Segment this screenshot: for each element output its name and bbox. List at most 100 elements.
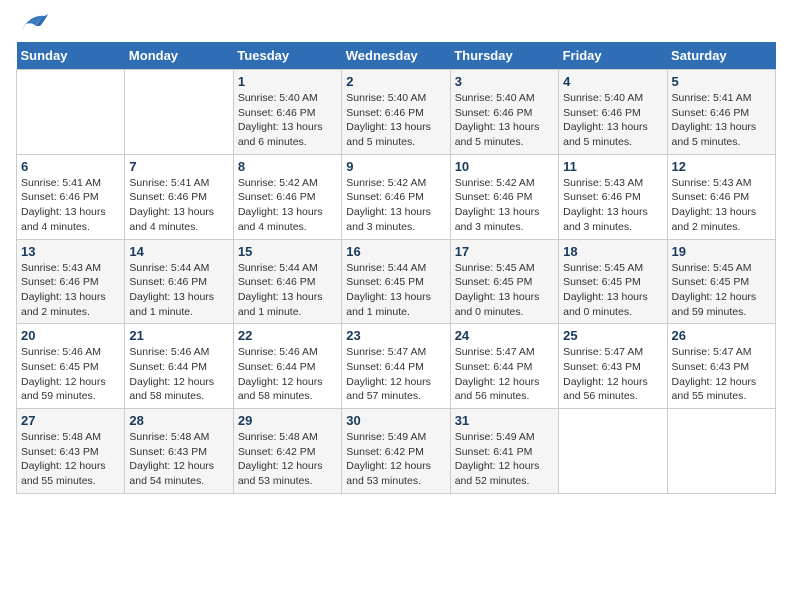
day-number: 21: [129, 328, 228, 343]
day-info: Sunrise: 5:41 AM Sunset: 6:46 PM Dayligh…: [129, 176, 228, 235]
day-info: Sunrise: 5:42 AM Sunset: 6:46 PM Dayligh…: [455, 176, 554, 235]
calendar-cell: 22 Sunrise: 5:46 AM Sunset: 6:44 PM Dayli…: [233, 324, 341, 409]
logo-bird-icon: [18, 12, 50, 34]
day-info: Sunrise: 5:41 AM Sunset: 6:46 PM Dayligh…: [21, 176, 120, 235]
day-number: 27: [21, 413, 120, 428]
day-info: Sunrise: 5:44 AM Sunset: 6:45 PM Dayligh…: [346, 261, 445, 320]
header-tuesday: Tuesday: [233, 42, 341, 70]
calendar-cell: 6Sunrise: 5:41 AM Sunset: 6:46 PM Daylig…: [17, 154, 125, 239]
calendar-cell: 29 Sunrise: 5:48 AM Sunset: 6:42 PM Dayli…: [233, 409, 341, 494]
calendar-cell: 12 Sunrise: 5:43 AM Sunset: 6:46 PM Dayli…: [667, 154, 775, 239]
day-info: Sunrise: 5:48 AM Sunset: 6:43 PM Dayligh…: [129, 430, 228, 489]
day-number: 29: [238, 413, 337, 428]
day-number: 24: [455, 328, 554, 343]
day-info: Sunrise: 5:43 AM Sunset: 6:46 PM Dayligh…: [672, 176, 771, 235]
day-info: Sunrise: 5:40 AM Sunset: 6:46 PM Dayligh…: [238, 91, 337, 150]
calendar-cell: 4 Sunrise: 5:40 AM Sunset: 6:46 PM Daylig…: [559, 70, 667, 155]
calendar-cell: 23Sunrise: 5:47 AM Sunset: 6:44 PM Dayli…: [342, 324, 450, 409]
calendar-cell: 5Sunrise: 5:41 AM Sunset: 6:46 PM Daylig…: [667, 70, 775, 155]
day-number: 18: [563, 244, 662, 259]
calendar-cell: [559, 409, 667, 494]
calendar-cell: 16 Sunrise: 5:44 AM Sunset: 6:45 PM Dayli…: [342, 239, 450, 324]
day-info: Sunrise: 5:47 AM Sunset: 6:44 PM Dayligh…: [455, 345, 554, 404]
day-info: Sunrise: 5:40 AM Sunset: 6:46 PM Dayligh…: [346, 91, 445, 150]
day-info: Sunrise: 5:47 AM Sunset: 6:43 PM Dayligh…: [563, 345, 662, 404]
calendar-cell: 20 Sunrise: 5:46 AM Sunset: 6:45 PM Dayli…: [17, 324, 125, 409]
calendar-cell: 8Sunrise: 5:42 AM Sunset: 6:46 PM Daylig…: [233, 154, 341, 239]
day-info: Sunrise: 5:45 AM Sunset: 6:45 PM Dayligh…: [672, 261, 771, 320]
day-number: 1: [238, 74, 337, 89]
day-number: 11: [563, 159, 662, 174]
day-number: 9: [346, 159, 445, 174]
header-friday: Friday: [559, 42, 667, 70]
day-number: 20: [21, 328, 120, 343]
day-info: Sunrise: 5:49 AM Sunset: 6:41 PM Dayligh…: [455, 430, 554, 489]
calendar-header-row: SundayMondayTuesdayWednesdayThursdayFrid…: [17, 42, 776, 70]
day-number: 22: [238, 328, 337, 343]
day-number: 26: [672, 328, 771, 343]
day-number: 19: [672, 244, 771, 259]
header-sunday: Sunday: [17, 42, 125, 70]
day-info: Sunrise: 5:44 AM Sunset: 6:46 PM Dayligh…: [238, 261, 337, 320]
day-number: 17: [455, 244, 554, 259]
day-number: 30: [346, 413, 445, 428]
calendar-week-1: 1 Sunrise: 5:40 AM Sunset: 6:46 PM Daylig…: [17, 70, 776, 155]
day-info: Sunrise: 5:45 AM Sunset: 6:45 PM Dayligh…: [563, 261, 662, 320]
day-info: Sunrise: 5:43 AM Sunset: 6:46 PM Dayligh…: [563, 176, 662, 235]
day-number: 8: [238, 159, 337, 174]
header-saturday: Saturday: [667, 42, 775, 70]
calendar-cell: 1 Sunrise: 5:40 AM Sunset: 6:46 PM Daylig…: [233, 70, 341, 155]
calendar-cell: 31 Sunrise: 5:49 AM Sunset: 6:41 PM Dayli…: [450, 409, 558, 494]
calendar-cell: 24 Sunrise: 5:47 AM Sunset: 6:44 PM Dayli…: [450, 324, 558, 409]
calendar-cell: 17 Sunrise: 5:45 AM Sunset: 6:45 PM Dayli…: [450, 239, 558, 324]
calendar-cell: 11 Sunrise: 5:43 AM Sunset: 6:46 PM Dayli…: [559, 154, 667, 239]
calendar-cell: 18 Sunrise: 5:45 AM Sunset: 6:45 PM Dayli…: [559, 239, 667, 324]
day-info: Sunrise: 5:43 AM Sunset: 6:46 PM Dayligh…: [21, 261, 120, 320]
calendar-cell: 26 Sunrise: 5:47 AM Sunset: 6:43 PM Dayli…: [667, 324, 775, 409]
calendar-cell: [125, 70, 233, 155]
day-number: 5: [672, 74, 771, 89]
calendar-cell: 28 Sunrise: 5:48 AM Sunset: 6:43 PM Dayli…: [125, 409, 233, 494]
day-info: Sunrise: 5:40 AM Sunset: 6:46 PM Dayligh…: [455, 91, 554, 150]
day-number: 25: [563, 328, 662, 343]
day-number: 12: [672, 159, 771, 174]
day-info: Sunrise: 5:44 AM Sunset: 6:46 PM Dayligh…: [129, 261, 228, 320]
day-info: Sunrise: 5:45 AM Sunset: 6:45 PM Dayligh…: [455, 261, 554, 320]
calendar-cell: 7 Sunrise: 5:41 AM Sunset: 6:46 PM Daylig…: [125, 154, 233, 239]
day-info: Sunrise: 5:47 AM Sunset: 6:43 PM Dayligh…: [672, 345, 771, 404]
day-number: 7: [129, 159, 228, 174]
logo: [16, 16, 50, 34]
day-info: Sunrise: 5:46 AM Sunset: 6:45 PM Dayligh…: [21, 345, 120, 404]
day-info: Sunrise: 5:46 AM Sunset: 6:44 PM Dayligh…: [238, 345, 337, 404]
header-thursday: Thursday: [450, 42, 558, 70]
day-info: Sunrise: 5:48 AM Sunset: 6:42 PM Dayligh…: [238, 430, 337, 489]
calendar-cell: 2 Sunrise: 5:40 AM Sunset: 6:46 PM Daylig…: [342, 70, 450, 155]
calendar-cell: 3 Sunrise: 5:40 AM Sunset: 6:46 PM Daylig…: [450, 70, 558, 155]
day-number: 31: [455, 413, 554, 428]
calendar-cell: [17, 70, 125, 155]
day-number: 16: [346, 244, 445, 259]
day-number: 28: [129, 413, 228, 428]
day-number: 14: [129, 244, 228, 259]
calendar-table: SundayMondayTuesdayWednesdayThursdayFrid…: [16, 42, 776, 494]
calendar-week-3: 13Sunrise: 5:43 AM Sunset: 6:46 PM Dayli…: [17, 239, 776, 324]
day-number: 15: [238, 244, 337, 259]
day-info: Sunrise: 5:40 AM Sunset: 6:46 PM Dayligh…: [563, 91, 662, 150]
calendar-cell: 14 Sunrise: 5:44 AM Sunset: 6:46 PM Dayli…: [125, 239, 233, 324]
day-number: 2: [346, 74, 445, 89]
calendar-cell: 19 Sunrise: 5:45 AM Sunset: 6:45 PM Dayli…: [667, 239, 775, 324]
calendar-cell: 27 Sunrise: 5:48 AM Sunset: 6:43 PM Dayli…: [17, 409, 125, 494]
calendar-cell: 30Sunrise: 5:49 AM Sunset: 6:42 PM Dayli…: [342, 409, 450, 494]
day-info: Sunrise: 5:46 AM Sunset: 6:44 PM Dayligh…: [129, 345, 228, 404]
calendar-cell: 15 Sunrise: 5:44 AM Sunset: 6:46 PM Dayli…: [233, 239, 341, 324]
calendar-cell: 25 Sunrise: 5:47 AM Sunset: 6:43 PM Dayli…: [559, 324, 667, 409]
calendar-cell: 9 Sunrise: 5:42 AM Sunset: 6:46 PM Daylig…: [342, 154, 450, 239]
day-info: Sunrise: 5:42 AM Sunset: 6:46 PM Dayligh…: [346, 176, 445, 235]
day-number: 4: [563, 74, 662, 89]
calendar-week-2: 6Sunrise: 5:41 AM Sunset: 6:46 PM Daylig…: [17, 154, 776, 239]
page-header: [16, 16, 776, 34]
calendar-cell: 13Sunrise: 5:43 AM Sunset: 6:46 PM Dayli…: [17, 239, 125, 324]
day-number: 3: [455, 74, 554, 89]
header-wednesday: Wednesday: [342, 42, 450, 70]
day-info: Sunrise: 5:48 AM Sunset: 6:43 PM Dayligh…: [21, 430, 120, 489]
